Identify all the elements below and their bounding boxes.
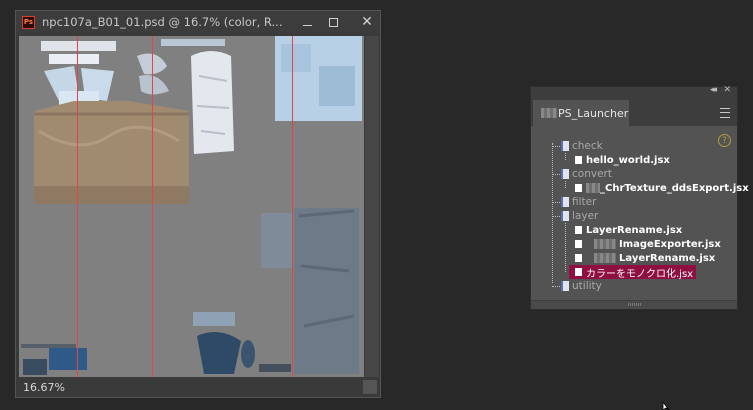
tree-connector [552, 286, 560, 287]
redacted-text [594, 253, 616, 263]
folder-icon [561, 281, 569, 291]
tree-connector [552, 216, 560, 217]
panel-tabbar: PS_Launcher [531, 98, 737, 126]
tree-connector [565, 223, 566, 272]
close-panel-icon[interactable]: ✕ [723, 85, 731, 95]
vertical-scrollbar[interactable] [365, 36, 379, 377]
minimize-button[interactable] [294, 11, 320, 33]
folder-label: convert [572, 168, 612, 180]
resize-grip-icon[interactable] [628, 303, 642, 306]
folder-label: filter [572, 196, 597, 208]
script-file-icon [575, 240, 582, 248]
tree-connector [552, 143, 553, 283]
folder-label: utility [572, 280, 602, 292]
photoshop-icon: Ps [22, 15, 35, 29]
tree-folder-check[interactable]: check [561, 139, 603, 153]
script-file-icon [575, 156, 582, 164]
scroll-corner [363, 380, 377, 394]
tree-file[interactable]: ImageExporter.jsx [575, 237, 721, 251]
tree-file[interactable]: _ChrTexture_ddsExport.jsx [575, 181, 749, 195]
collapse-panel-icon[interactable]: ◂◂ [710, 85, 717, 95]
guide-line[interactable] [77, 36, 78, 377]
folder-icon [561, 169, 569, 179]
tree-connector [565, 181, 566, 188]
tree-folder-layer[interactable]: layer [561, 209, 598, 223]
close-button[interactable]: ✕ [354, 11, 380, 33]
file-label: LayerRename.jsx [586, 224, 683, 236]
folder-label: check [572, 140, 603, 152]
file-label: カラーをモノクロ化.jsx [586, 268, 694, 280]
tree-folder-convert[interactable]: convert [561, 167, 612, 181]
mouse-cursor-icon [662, 402, 670, 410]
redacted-text [586, 183, 600, 193]
tree-file-selected[interactable]: カラーをモノクロ化.jsx [569, 265, 697, 280]
tab-ps-launcher[interactable]: PS_Launcher [533, 100, 629, 126]
tree-file[interactable]: LayerRename.jsx [575, 223, 682, 237]
folder-icon [561, 197, 569, 207]
help-icon[interactable]: ? [718, 134, 731, 147]
redacted-icon [541, 108, 557, 118]
guide-line[interactable] [152, 36, 153, 377]
tree-connector [552, 146, 560, 147]
file-label: hello_world.jsx [586, 154, 670, 166]
panel-menu-icon[interactable] [720, 108, 730, 118]
file-label: LayerRename.jsx [619, 252, 716, 264]
tree-connector [552, 174, 560, 175]
document-window: Ps npc107a_B01_01.psd @ 16.7% (color, R.… [15, 10, 381, 398]
tab-label: PS_Launcher [558, 106, 629, 120]
canvas[interactable] [19, 36, 364, 377]
texture-artwork [21, 36, 362, 375]
guide-line[interactable] [292, 36, 293, 377]
panel-resize-bar[interactable] [531, 300, 737, 309]
document-title: npc107a_B01_01.psd @ 16.7% (color, R... [42, 15, 283, 29]
script-file-icon [575, 226, 582, 234]
script-file-icon [575, 268, 582, 276]
folder-icon [561, 211, 569, 221]
redacted-text [594, 239, 616, 249]
maximize-button[interactable] [320, 11, 346, 33]
folder-label: layer [572, 210, 599, 222]
zoom-level[interactable]: 16.67% [23, 381, 65, 394]
file-label: _ChrTexture_ddsExport.jsx [600, 182, 749, 194]
script-file-icon [575, 254, 582, 262]
ps-launcher-panel: ◂◂ ✕ PS_Launcher ? check hello_world.jsx [530, 85, 749, 310]
tree-folder-utility[interactable]: utility [561, 279, 602, 293]
tree-file[interactable]: hello_world.jsx [575, 153, 670, 167]
file-label: ImageExporter.jsx [619, 238, 721, 250]
status-bar: 16.67% [16, 377, 380, 397]
tree-connector [565, 153, 566, 160]
folder-icon [561, 141, 569, 151]
tree-folder-filter[interactable]: filter [561, 195, 596, 209]
tree-connector [552, 202, 560, 203]
panel-header[interactable]: ◂◂ ✕ [531, 85, 737, 98]
script-file-icon [575, 184, 582, 192]
document-titlebar[interactable]: Ps npc107a_B01_01.psd @ 16.7% (color, R.… [16, 11, 380, 33]
tree-file[interactable]: LayerRename.jsx [575, 251, 715, 265]
